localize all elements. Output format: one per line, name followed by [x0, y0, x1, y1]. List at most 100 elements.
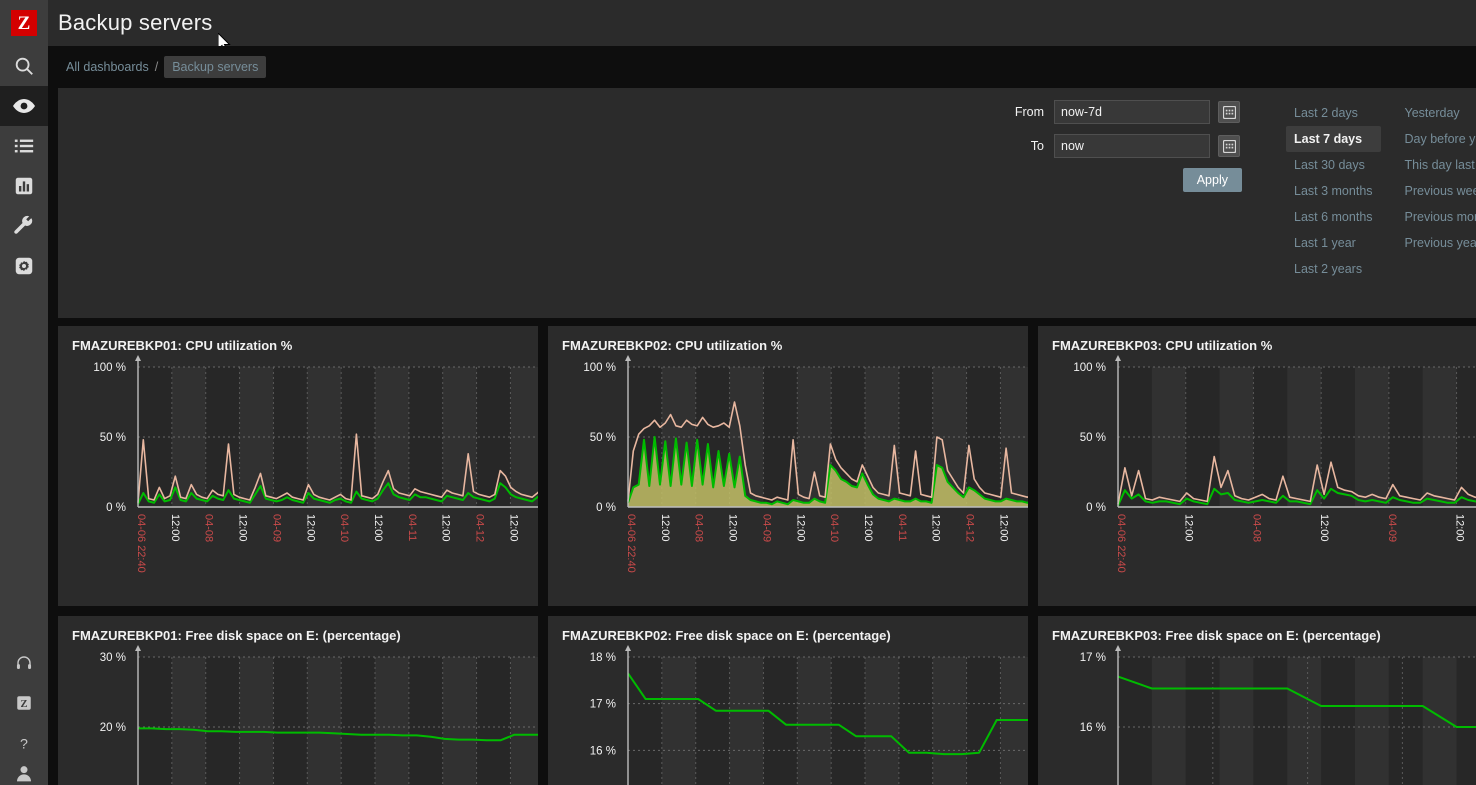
day-band	[307, 657, 342, 785]
panel-title: FMAZUREBKP02: CPU utilization %	[562, 338, 783, 353]
time-from-label: From	[1014, 105, 1044, 119]
panel-title: FMAZUREBKP01: CPU utilization %	[72, 338, 293, 353]
time-to-input[interactable]	[1054, 134, 1210, 158]
y-tick-label: 50 %	[100, 432, 126, 444]
x-tick-label: 12:00	[1454, 514, 1466, 542]
panel-bkp01-cpu[interactable]: FMAZUREBKP01: CPU utilization % 0 % 50 % 1…	[58, 326, 538, 606]
sidebar-item-search[interactable]	[0, 46, 48, 86]
quick-range-left-3[interactable]: Last 3 months	[1286, 178, 1381, 204]
day-band	[1253, 657, 1288, 785]
zabbix-logo-text: Z	[11, 10, 37, 36]
x-tick-label: 12:00	[304, 514, 316, 542]
chart-bkp01-disk[interactable]: 10 %20 %30 %04-06 22:4012:0004-0812:0004…	[58, 643, 538, 785]
sidebar-item-monitoring[interactable]	[0, 86, 48, 126]
sidebar-item-settings[interactable]	[0, 246, 48, 286]
quick-range-column-right: YesterdayDay before yesterdayThis day la…	[1397, 100, 1476, 282]
from-calendar-icon[interactable]	[1218, 101, 1240, 123]
svg-text:Z: Z	[20, 699, 27, 710]
y-tick-label: 30 %	[100, 652, 126, 664]
apply-button[interactable]: Apply	[1182, 168, 1242, 192]
quick-range-right-4[interactable]: Previous month	[1397, 204, 1476, 230]
x-tick-label: 12:00	[372, 514, 384, 542]
sidebar-item-help[interactable]: ?	[0, 723, 48, 763]
sidebar-item-administration[interactable]	[0, 206, 48, 246]
x-tick-label: 04-12	[964, 514, 976, 542]
quick-range-left-2[interactable]: Last 30 days	[1286, 152, 1381, 178]
quick-range-right-2[interactable]: This day last week	[1397, 152, 1476, 178]
x-tick-label: 12:00	[794, 514, 806, 542]
time-from-row: From	[998, 100, 1298, 124]
apply-row: Apply	[998, 168, 1242, 192]
chart-bkp02-cpu[interactable]: 0 % 50 % 100 % 04-06 22:40 12:00 04-08 12:00 04…	[548, 353, 1028, 599]
quick-range-left-5[interactable]: Last 1 year	[1286, 230, 1381, 256]
quick-range-right-5[interactable]: Previous year	[1397, 230, 1476, 256]
sidebar: Z Z ?	[0, 0, 48, 785]
y-tick-label: 18 %	[590, 652, 616, 664]
day-band	[341, 657, 375, 785]
time-to-row: To	[998, 134, 1298, 158]
y-tick-label: 0 %	[596, 502, 616, 514]
day-band	[1118, 657, 1152, 785]
breadcrumb-all-dashboards[interactable]: All dashboards	[66, 60, 149, 74]
y-tick-label: 16 %	[1080, 722, 1106, 734]
time-from-input[interactable]	[1054, 100, 1210, 124]
day-band	[1422, 657, 1457, 785]
x-tick-label: 04-11	[896, 514, 908, 541]
day-band	[1287, 657, 1322, 785]
sidebar-item-reports[interactable]	[0, 166, 48, 206]
search-icon	[13, 55, 35, 77]
quick-range-left-4[interactable]: Last 6 months	[1286, 204, 1381, 230]
to-calendar-icon[interactable]	[1218, 135, 1240, 157]
y-axis-arrow	[625, 355, 631, 361]
x-tick-label: 04-08	[693, 514, 705, 542]
x-tick-label: 12:00	[997, 514, 1009, 542]
x-tick-label: 12:00	[169, 514, 181, 542]
dashboard-row-cpu: FMAZUREBKP01: CPU utilization % 0 % 50 % 1…	[58, 326, 1476, 606]
panel-bkp02-disk[interactable]: FMAZUREBKP02: Free disk space on E: (per…	[548, 616, 1028, 785]
y-axis-arrow	[135, 645, 141, 651]
chart-bkp03-disk[interactable]: 15 %16 %17 %04-06 22:4012:0004-0812:0004…	[1038, 643, 1476, 785]
panel-bkp02-cpu[interactable]: FMAZUREBKP02: CPU utilization % 0 % 50 % 1…	[548, 326, 1028, 606]
monitoring-eye-icon	[12, 94, 36, 118]
quick-range-left-1[interactable]: Last 7 days	[1286, 126, 1381, 152]
chart-bkp03-cpu[interactable]: 0 % 50 % 100 % 04-06 22:40 12:00 04-08 12:00 04…	[1038, 353, 1476, 599]
x-tick-label: 04-10	[338, 514, 350, 542]
y-axis-arrow	[1115, 355, 1121, 361]
day-band	[408, 657, 443, 785]
sidebar-item-integrations[interactable]: Z	[0, 683, 48, 723]
y-tick-label: 100 %	[1073, 362, 1106, 374]
dashboard-row-disk: FMAZUREBKP01: Free disk space on E: (per…	[58, 616, 1476, 785]
panel-bkp03-cpu[interactable]: FMAZUREBKP03: CPU utilization % 0 % 50 % 1…	[1038, 326, 1476, 606]
x-tick-label: 12:00	[1183, 514, 1195, 542]
panel-bkp01-disk[interactable]: FMAZUREBKP01: Free disk space on E: (per…	[58, 616, 538, 785]
x-tick-label: 12:00	[440, 514, 452, 542]
day-band	[831, 657, 865, 785]
reports-chart-icon	[13, 175, 35, 197]
day-band	[932, 657, 967, 785]
sidebar-item-support[interactable]	[0, 643, 48, 683]
chart-bkp02-disk[interactable]: 15 %16 %17 %18 %04-06 22:4012:0004-0812:…	[548, 643, 1028, 785]
chart-svg: 15 %16 %17 %04-06 22:4012:0004-0812:0004…	[1080, 645, 1476, 785]
panel-title: FMAZUREBKP02: Free disk space on E: (per…	[562, 628, 891, 643]
time-to-label: To	[1030, 139, 1044, 153]
y-axis-arrow	[625, 645, 631, 651]
quick-range-left-0[interactable]: Last 2 days	[1286, 100, 1381, 126]
day-band	[695, 657, 730, 785]
dashboard-grid: FMAZUREBKP01: CPU utilization % 0 % 50 % 1…	[58, 326, 1476, 785]
quick-range-right-0[interactable]: Yesterday	[1397, 100, 1476, 126]
day-band	[138, 657, 172, 785]
sidebar-item-user[interactable]	[0, 763, 48, 785]
chart-bkp01-cpu[interactable]: 0 % 50 % 100 % 04-06 22:40 12:00 04-08 12:00 04…	[58, 353, 538, 599]
quick-range-left-6[interactable]: Last 2 years	[1286, 256, 1381, 282]
y-tick-label: 17 %	[1080, 652, 1106, 664]
y-axis-arrow	[1115, 645, 1121, 651]
quick-range-right-3[interactable]: Previous week	[1397, 178, 1476, 204]
zabbix-logo[interactable]: Z	[0, 0, 48, 46]
breadcrumb-current[interactable]: Backup servers	[164, 56, 267, 78]
panel-bkp03-disk[interactable]: FMAZUREBKP03: Free disk space on E: (per…	[1038, 616, 1476, 785]
page-title: Backup servers	[58, 10, 213, 35]
breadcrumb: All dashboards / Backup servers	[48, 46, 1476, 88]
help-question-icon: ?	[15, 733, 33, 753]
sidebar-item-services[interactable]	[0, 126, 48, 166]
quick-range-right-1[interactable]: Day before yesterday	[1397, 126, 1476, 152]
